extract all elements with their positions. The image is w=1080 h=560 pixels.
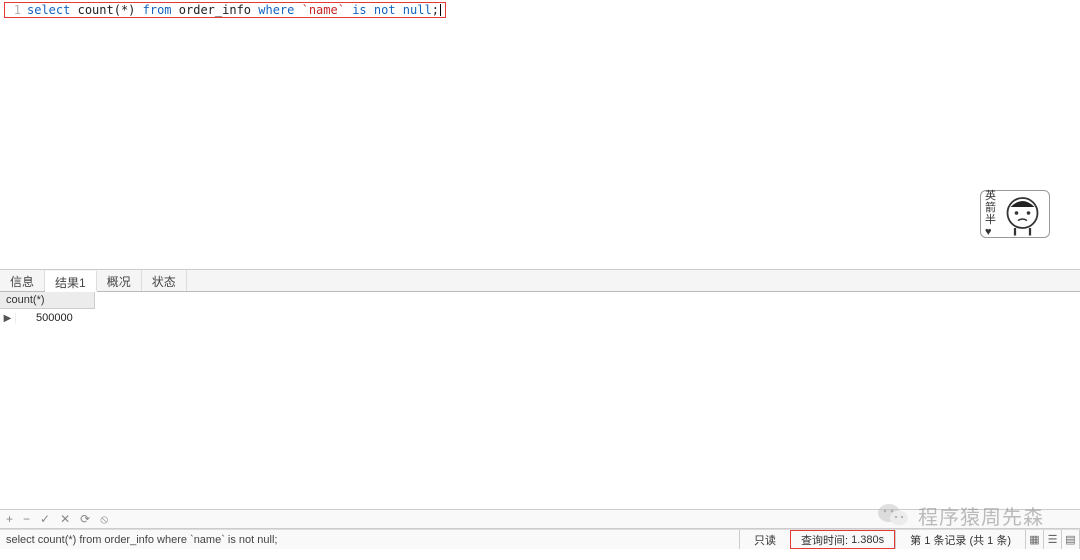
column-header-count[interactable]: count(*) xyxy=(0,292,95,309)
view-toggle: ▦ ☰ ▤ xyxy=(1025,530,1080,549)
table-row[interactable]: ▶ 500000 xyxy=(0,309,1080,327)
face-icon xyxy=(1000,192,1045,237)
view-grid-button[interactable]: ▦ xyxy=(1026,530,1044,549)
query-time-label: 查询时间: xyxy=(801,532,848,548)
tok-count: count(*) xyxy=(78,3,136,17)
sticker-line2: 箭 xyxy=(985,202,996,214)
status-query-time: 查询时间: 1.380s xyxy=(790,530,895,549)
status-record-count: 第 1 条记录 (共 1 条) xyxy=(895,530,1025,549)
kw-select: select xyxy=(27,3,70,17)
query-time-value: 1.380s xyxy=(851,534,884,546)
view-text-button[interactable]: ▤ xyxy=(1062,530,1080,549)
line-number: 1 xyxy=(7,3,21,17)
tab-result1[interactable]: 结果1 xyxy=(45,271,97,292)
apply-button[interactable]: ✓ xyxy=(40,512,50,526)
sticker-badge: 英 箭 半 ♥ xyxy=(980,190,1050,238)
sql-line-1[interactable]: 1 select count(*) from order_info where … xyxy=(4,2,446,18)
grid-body[interactable]: ▶ 500000 xyxy=(0,309,1080,509)
kw-from: from xyxy=(143,3,172,17)
tok-table: order_info xyxy=(179,3,251,17)
heart-icon: ♥ xyxy=(985,226,996,238)
sticker-line3: 半 xyxy=(985,214,996,226)
sticker-line1: 英 xyxy=(985,190,996,202)
result-tabs: 信息 结果1 概况 状态 xyxy=(0,270,1080,292)
status-sql-text: select count(*) from order_info where `n… xyxy=(0,534,739,546)
grid-toolbar: + − ✓ ✕ ⟳ ⦸ xyxy=(0,509,1080,529)
cancel-button[interactable]: ✕ xyxy=(60,512,70,526)
status-readonly: 只读 xyxy=(739,530,790,549)
refresh-button[interactable]: ⟳ xyxy=(80,512,90,526)
tab-info[interactable]: 信息 xyxy=(0,270,45,291)
cell-count-value[interactable]: 500000 xyxy=(16,312,93,324)
row-marker-icon: ▶ xyxy=(0,313,16,324)
sql-editor[interactable]: 1 select count(*) from order_info where … xyxy=(0,0,1080,270)
kw-where: where xyxy=(258,3,294,17)
kw-isnotnull: is not null xyxy=(352,3,431,17)
status-bar: select count(*) from order_info where `n… xyxy=(0,529,1080,549)
result-grid: count(*) ▶ 500000 xyxy=(0,292,1080,509)
view-form-button[interactable]: ☰ xyxy=(1044,530,1062,549)
tok-col: `name` xyxy=(302,3,345,17)
stop-button[interactable]: ⦸ xyxy=(100,512,108,527)
text-cursor xyxy=(440,4,441,16)
delete-row-button[interactable]: − xyxy=(23,512,30,526)
tab-profile[interactable]: 概况 xyxy=(97,270,142,291)
add-row-button[interactable]: + xyxy=(6,512,13,526)
tab-status[interactable]: 状态 xyxy=(142,270,187,291)
tok-semi: ; xyxy=(432,3,439,17)
